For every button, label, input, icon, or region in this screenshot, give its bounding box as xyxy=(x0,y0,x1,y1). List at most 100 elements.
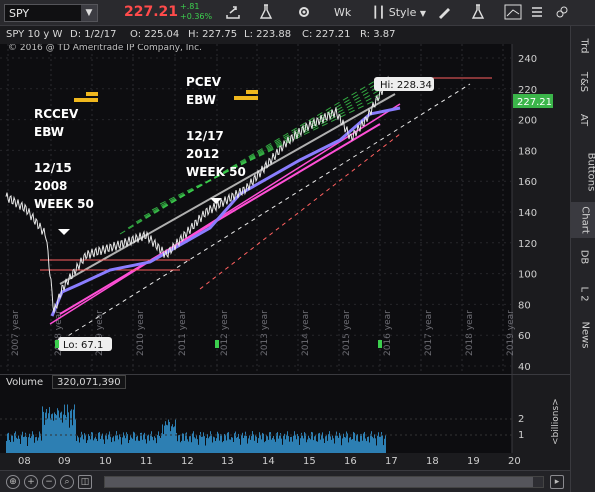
volume-bar xyxy=(168,419,169,453)
volume-bar xyxy=(263,433,264,453)
scrollbar-thumb[interactable] xyxy=(105,477,533,487)
last-price-tag: 227.21 xyxy=(513,94,553,108)
annotation-ebw-left: EBW xyxy=(34,125,64,139)
volume-bar xyxy=(302,435,303,453)
volume-bar xyxy=(378,432,379,453)
volume-bar xyxy=(80,437,81,453)
volume-bar xyxy=(342,438,343,453)
volume-bar xyxy=(14,433,15,453)
volume-bar xyxy=(212,442,213,453)
volume-bar xyxy=(67,404,68,453)
volume-bar xyxy=(175,419,176,453)
event-marker[interactable] xyxy=(55,340,59,348)
fit-icon[interactable]: ◫ xyxy=(78,475,92,489)
share-icon[interactable] xyxy=(224,3,242,23)
volume-bar xyxy=(357,434,358,453)
volume-bar xyxy=(328,434,329,453)
price-chart[interactable]: 2007 year 2008 year 2009 year 2010 year 2011… xyxy=(0,43,570,374)
link-icon[interactable] xyxy=(556,3,568,23)
volume-bar xyxy=(259,432,260,453)
volume-bar xyxy=(22,431,23,453)
volume-bar xyxy=(254,440,255,453)
search-icon[interactable]: ⌕ xyxy=(60,475,74,489)
volume-bar xyxy=(41,440,42,453)
volume-bar xyxy=(222,442,223,453)
x-axis: 08 09 10 11 12 13 14 15 16 17 18 19 20 xyxy=(0,454,570,470)
flask-icon[interactable] xyxy=(258,3,274,23)
volume-bar xyxy=(338,437,339,453)
tab-db[interactable]: DB xyxy=(571,242,595,272)
price-chart-canvas[interactable]: 2007 year 2008 year 2009 year 2010 year 2011… xyxy=(0,43,570,374)
volume-bar xyxy=(174,426,175,453)
volume-bar xyxy=(326,435,327,453)
pencil-icon[interactable] xyxy=(436,3,452,23)
menu-icon[interactable] xyxy=(530,3,544,23)
volume-bar xyxy=(63,414,64,453)
event-marker[interactable] xyxy=(378,340,382,348)
volume-bar xyxy=(163,434,164,453)
volume-bar xyxy=(7,433,8,453)
x-tick-label: 12 xyxy=(181,456,194,467)
symbol-dropdown-button[interactable]: ▼ xyxy=(81,5,97,21)
chart-scrollbar[interactable] xyxy=(104,476,544,488)
studies-flask-icon[interactable] xyxy=(470,3,486,23)
volume-bar xyxy=(261,439,262,453)
volume-bar xyxy=(184,440,185,453)
volume-bar xyxy=(164,425,165,453)
volume-bar xyxy=(351,439,352,453)
volume-bar xyxy=(271,439,272,453)
volume-bar xyxy=(133,431,134,453)
volume-bar xyxy=(209,436,210,453)
volume-bar xyxy=(353,431,354,453)
volume-bar xyxy=(303,438,304,453)
volume-bar xyxy=(210,431,211,453)
volume-bar xyxy=(159,435,160,453)
volume-bar xyxy=(139,440,140,453)
volume-bar xyxy=(286,434,287,453)
volume-bar xyxy=(269,432,270,453)
volume-bar xyxy=(143,434,144,453)
volume-bar xyxy=(155,437,156,453)
tab-chart[interactable]: Chart xyxy=(571,202,595,238)
volume-bar xyxy=(223,440,224,453)
volume-bar xyxy=(304,432,305,453)
volume-bar xyxy=(319,432,320,453)
volume-bar xyxy=(231,437,232,453)
symbol-input[interactable]: SPY ▼ xyxy=(4,4,98,22)
volume-bar xyxy=(132,438,133,453)
volume-bar xyxy=(340,435,341,453)
style-button[interactable]: ┃┃ Style ▼ xyxy=(372,3,426,23)
volume-bar xyxy=(233,442,234,453)
volume-bar xyxy=(36,436,37,453)
volume-bar xyxy=(305,433,306,453)
volume-bar xyxy=(197,439,198,453)
volume-bar xyxy=(246,436,247,453)
volume-bar xyxy=(262,432,263,453)
candle-icon: ┃┃ xyxy=(372,6,386,19)
gear-icon[interactable] xyxy=(296,3,312,23)
volume-bar xyxy=(111,442,112,453)
drawing-tools-icon[interactable] xyxy=(504,3,526,23)
scroll-right-icon[interactable]: ▸ xyxy=(550,475,564,489)
annotation-rccev: RCCEV xyxy=(34,107,79,121)
volume-bar xyxy=(377,435,378,453)
volume-bar xyxy=(358,441,359,453)
volume-bar xyxy=(365,438,366,453)
period-button[interactable]: Wk xyxy=(334,3,351,23)
volume-bar xyxy=(300,438,301,453)
tab-news[interactable]: News xyxy=(571,316,595,354)
volume-bar xyxy=(208,438,209,453)
volume-bar xyxy=(37,440,38,453)
volume-bar xyxy=(215,441,216,453)
event-marker[interactable] xyxy=(215,340,219,348)
crosshair-icon[interactable]: ⊕ xyxy=(6,475,20,489)
tab-at[interactable]: AT xyxy=(571,100,595,140)
tab-l2[interactable]: L 2 xyxy=(571,276,595,312)
volume-panel[interactable]: 2 1 <billions> Volume 320,071,390 xyxy=(0,374,570,453)
zoom-in-icon[interactable]: + xyxy=(24,475,38,489)
tab-buttons[interactable]: Buttons xyxy=(571,146,595,198)
tab-trd[interactable]: Trd xyxy=(571,30,595,62)
tab-ts[interactable]: T&S xyxy=(571,66,595,98)
zoom-out-icon[interactable]: − xyxy=(42,475,56,489)
chart-title[interactable]: SPY 10 y W xyxy=(6,29,62,40)
